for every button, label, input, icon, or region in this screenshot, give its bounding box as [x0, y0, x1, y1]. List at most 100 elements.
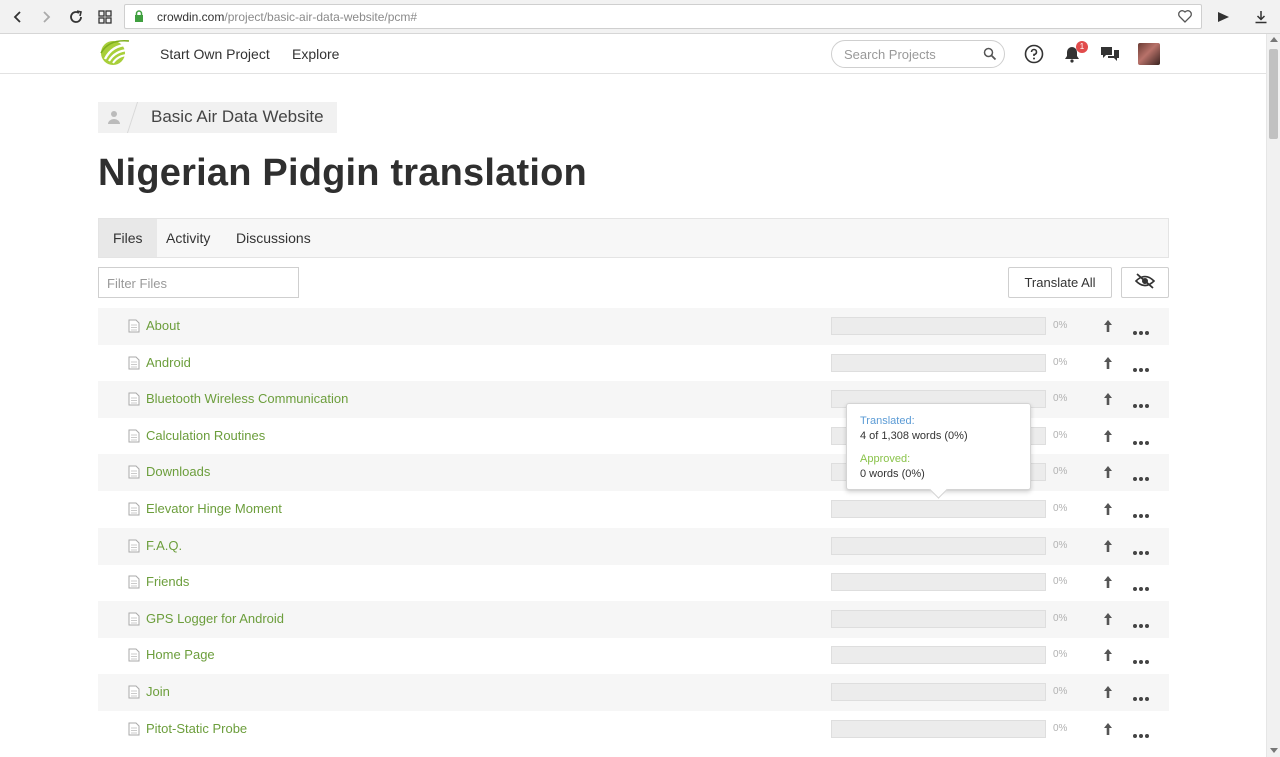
- file-name-link[interactable]: Join: [146, 684, 170, 699]
- file-row[interactable]: Elevator Hinge Moment 0%: [98, 491, 1169, 528]
- file-name-link[interactable]: About: [146, 318, 180, 333]
- translation-progress-bar[interactable]: [831, 537, 1046, 555]
- file-name-link[interactable]: F.A.Q.: [146, 538, 182, 553]
- eye-slash-icon: [1134, 273, 1156, 292]
- upload-arrow-icon[interactable]: [1103, 502, 1113, 521]
- translation-progress-bar[interactable]: [831, 610, 1046, 628]
- user-placeholder-icon[interactable]: [106, 109, 122, 130]
- file-row[interactable]: Home Page 0%: [98, 637, 1169, 674]
- filter-files-input[interactable]: Filter Files: [98, 267, 299, 298]
- more-options-icon[interactable]: [1132, 469, 1150, 487]
- scroll-thumb[interactable]: [1269, 49, 1278, 139]
- bookmark-heart-icon[interactable]: [1177, 8, 1193, 29]
- search-icon[interactable]: [983, 47, 997, 66]
- file-document-icon: [128, 612, 140, 631]
- upload-arrow-icon[interactable]: [1103, 319, 1113, 338]
- user-avatar[interactable]: [1138, 43, 1160, 65]
- back-icon[interactable]: [7, 6, 29, 28]
- file-name-link[interactable]: Bluetooth Wireless Communication: [146, 391, 348, 406]
- translate-all-button[interactable]: Translate All: [1008, 267, 1112, 298]
- file-row[interactable]: Friends 0%: [98, 564, 1169, 601]
- more-options-icon[interactable]: [1132, 506, 1150, 524]
- file-document-icon: [128, 319, 140, 338]
- more-options-icon[interactable]: [1132, 543, 1150, 561]
- tooltip-approved-value: 0 words (0%): [860, 468, 925, 480]
- scroll-down-arrow-icon[interactable]: [1270, 748, 1278, 753]
- translation-progress-bar[interactable]: [831, 354, 1046, 372]
- file-row[interactable]: Android 0%: [98, 345, 1169, 382]
- search-projects-input[interactable]: Search Projects: [831, 40, 1005, 68]
- upload-arrow-icon[interactable]: [1103, 648, 1113, 667]
- tab-activity[interactable]: Activity: [152, 219, 224, 257]
- file-document-icon: [128, 575, 140, 594]
- tabs-grid-icon[interactable]: [94, 6, 116, 28]
- file-name-link[interactable]: Elevator Hinge Moment: [146, 501, 282, 516]
- translation-progress-bar[interactable]: [831, 573, 1046, 591]
- translation-progress-bar[interactable]: [831, 683, 1046, 701]
- upload-arrow-icon[interactable]: [1103, 429, 1113, 448]
- tab-discussions[interactable]: Discussions: [222, 219, 325, 257]
- help-icon[interactable]: [1023, 43, 1045, 65]
- breadcrumb-project[interactable]: Basic Air Data Website: [151, 107, 324, 127]
- upload-arrow-icon[interactable]: [1103, 465, 1113, 484]
- file-document-icon: [128, 465, 140, 484]
- file-document-icon: [128, 722, 140, 741]
- forward-icon[interactable]: [35, 6, 57, 28]
- file-name-link[interactable]: Downloads: [146, 464, 210, 479]
- page-scrollbar[interactable]: [1266, 34, 1280, 757]
- more-options-icon[interactable]: [1132, 652, 1150, 670]
- more-options-icon[interactable]: [1132, 726, 1150, 744]
- more-options-icon[interactable]: [1132, 689, 1150, 707]
- upload-arrow-icon[interactable]: [1103, 356, 1113, 375]
- more-options-icon[interactable]: [1132, 579, 1150, 597]
- scroll-up-arrow-icon[interactable]: [1270, 37, 1278, 42]
- upload-arrow-icon[interactable]: [1103, 612, 1113, 631]
- breadcrumb-separator: [126, 102, 139, 133]
- flow-send-icon[interactable]: [1212, 6, 1234, 28]
- translation-progress-bar[interactable]: [831, 720, 1046, 738]
- progress-percent: 0%: [1053, 320, 1068, 331]
- file-name-link[interactable]: Home Page: [146, 647, 215, 662]
- tab-files[interactable]: Files: [99, 219, 157, 257]
- file-row[interactable]: Join 0%: [98, 674, 1169, 711]
- progress-percent: 0%: [1053, 723, 1068, 734]
- site-header: Start Own Project Explore Search Project…: [0, 34, 1266, 74]
- tooltip-translated-label: Translated:: [860, 415, 915, 427]
- crowdin-logo-icon[interactable]: [99, 39, 135, 72]
- upload-arrow-icon[interactable]: [1103, 685, 1113, 704]
- progress-percent: 0%: [1053, 466, 1068, 477]
- reload-icon[interactable]: [65, 6, 87, 28]
- more-options-icon[interactable]: [1132, 616, 1150, 634]
- translation-progress-bar[interactable]: [831, 646, 1046, 664]
- tooltip-translated-value: 4 of 1,308 words (0%): [860, 430, 968, 442]
- file-name-link[interactable]: Calculation Routines: [146, 428, 265, 443]
- upload-arrow-icon[interactable]: [1103, 539, 1113, 558]
- upload-arrow-icon[interactable]: [1103, 575, 1113, 594]
- more-options-icon[interactable]: [1132, 396, 1150, 414]
- nav-start-own-project[interactable]: Start Own Project: [160, 46, 270, 62]
- file-name-link[interactable]: GPS Logger for Android: [146, 611, 284, 626]
- download-icon[interactable]: [1250, 6, 1272, 28]
- file-row[interactable]: About 0%: [98, 308, 1169, 345]
- more-options-icon[interactable]: [1132, 360, 1150, 378]
- file-name-link[interactable]: Pitot-Static Probe: [146, 721, 247, 736]
- upload-arrow-icon[interactable]: [1103, 722, 1113, 741]
- file-name-link[interactable]: Friends: [146, 574, 189, 589]
- more-options-icon[interactable]: [1132, 323, 1150, 341]
- progress-percent: 0%: [1053, 686, 1068, 697]
- upload-arrow-icon[interactable]: [1103, 392, 1113, 411]
- address-bar[interactable]: crowdin.com/project/basic-air-data-websi…: [124, 4, 1202, 29]
- translation-progress-bar[interactable]: [831, 317, 1046, 335]
- notification-badge: 1: [1076, 41, 1088, 53]
- translation-progress-bar[interactable]: [831, 500, 1046, 518]
- file-row[interactable]: GPS Logger for Android 0%: [98, 601, 1169, 638]
- file-name-link[interactable]: Android: [146, 355, 191, 370]
- hide-eye-button[interactable]: [1121, 267, 1169, 298]
- browser-toolbar: crowdin.com/project/basic-air-data-websi…: [0, 0, 1280, 34]
- file-row[interactable]: F.A.Q. 0%: [98, 528, 1169, 565]
- lock-icon: [134, 10, 144, 28]
- more-options-icon[interactable]: [1132, 433, 1150, 451]
- nav-explore[interactable]: Explore: [292, 46, 339, 62]
- messages-icon[interactable]: [1099, 43, 1121, 65]
- file-row[interactable]: Pitot-Static Probe 0%: [98, 711, 1169, 748]
